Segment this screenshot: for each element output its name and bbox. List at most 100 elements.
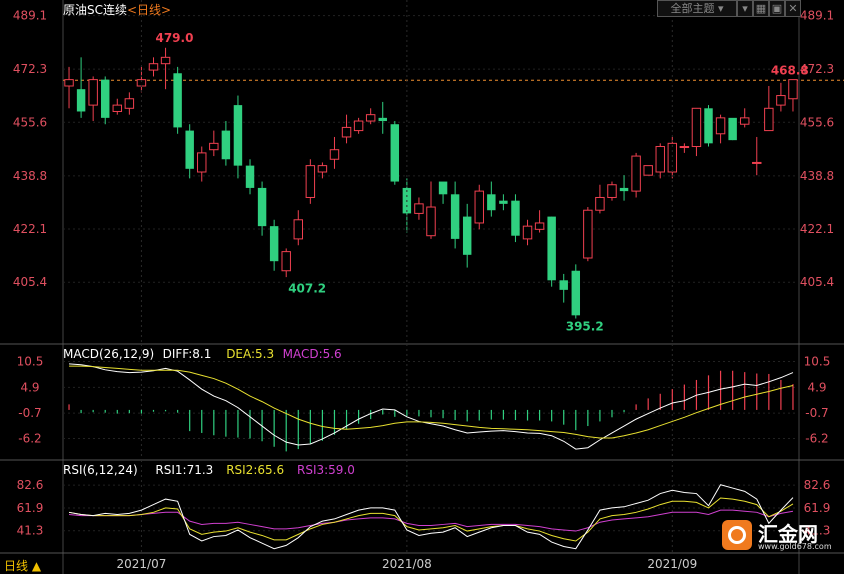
y-tick-label: 10.5	[804, 355, 831, 369]
candle-body-down	[547, 216, 556, 281]
candle-body-down	[487, 194, 496, 211]
logo-url: www.gold678.com	[758, 542, 832, 551]
candle-body-up	[160, 56, 171, 65]
y-tick-label: 489.1	[800, 9, 834, 23]
y-tick-label: -6.2	[805, 431, 828, 445]
candle-body-down	[462, 216, 472, 255]
candle-body-up	[281, 251, 291, 272]
y-tick-label: 61.9	[17, 501, 44, 515]
candle-body-down	[233, 105, 243, 166]
macd-title: MACD(26,12,9)	[63, 347, 154, 361]
candle-body-down	[390, 124, 400, 182]
y-tick-label: 405.4	[800, 275, 834, 289]
candle-body-up	[148, 63, 159, 71]
candle-body-up	[655, 146, 665, 173]
candle-body-down	[185, 130, 194, 169]
candle-body-down	[559, 280, 568, 290]
theme-selector-label: 全部主题	[670, 2, 715, 15]
y-tick-label: 489.1	[13, 9, 47, 23]
candle-body-up	[197, 152, 207, 173]
candle-body-up	[414, 203, 424, 214]
macd-legend: MACD:5.6	[283, 347, 342, 361]
candle-body-up	[534, 222, 545, 230]
chart-canvas: 489.1 489.1472.3 472.3455.6 455.6438.8 438.8…	[0, 0, 844, 574]
candle-body-up	[124, 98, 135, 109]
candle-body-up	[691, 107, 702, 148]
price-annotation: 395.2	[566, 320, 604, 334]
y-tick-label: 4.9	[20, 380, 39, 394]
brand-logo: 汇金网 www.gold678.com	[722, 514, 832, 554]
rsi1-line	[68, 484, 794, 550]
candle-body-up	[764, 107, 774, 132]
rsi-title: RSI(6,12,24)	[63, 463, 138, 477]
instrument-title: 原油SC连续<日线>	[63, 3, 172, 17]
candle-body-down	[499, 200, 508, 204]
candle-body-up	[64, 79, 74, 87]
y-tick-label: -6.2	[18, 431, 41, 445]
candle-body-down	[571, 270, 581, 316]
candle-body-down	[221, 130, 231, 160]
candle-body-up	[788, 79, 798, 100]
macd-legend: DIFF:8.1	[163, 347, 212, 361]
candle-body-up	[643, 165, 653, 176]
close-icon[interactable]: ✕	[785, 0, 801, 17]
rsi-legend: RSI2:65.6	[226, 463, 284, 477]
candle-body-down	[378, 117, 387, 122]
price-annotation: 407.2	[288, 281, 326, 295]
candle-body-up	[776, 95, 786, 106]
candle-body-up	[752, 161, 762, 164]
theme-selector[interactable]: 全部主题 ▾	[657, 0, 737, 17]
candle-body-up	[739, 117, 750, 125]
y-tick-label: -0.7	[18, 406, 41, 420]
image-icon[interactable]: ▣	[769, 0, 785, 17]
candle-body-up	[583, 209, 593, 259]
dropdown-icon[interactable]: ▾	[737, 0, 753, 17]
x-tick-label: 2021/09	[647, 557, 697, 571]
y-tick-label: 82.6	[17, 478, 44, 492]
rsi2-line	[68, 497, 794, 542]
candle-body-up	[426, 206, 436, 237]
candle-body-down	[619, 187, 629, 192]
candle-body-up	[595, 196, 605, 211]
y-tick-label: 455.6	[800, 115, 834, 129]
period-selector[interactable]: 日线 ▲	[4, 557, 41, 574]
candle-body-up	[353, 120, 364, 132]
y-tick-label: 405.4	[13, 275, 47, 289]
candle-body-up	[112, 104, 123, 112]
candle-body-down	[245, 165, 255, 188]
y-tick-label: 472.3	[13, 62, 47, 76]
x-tick-label: 2021/08	[382, 557, 432, 571]
candle-body-down	[101, 79, 110, 118]
y-tick-label: -0.7	[805, 406, 828, 420]
macd-legend: DEA:5.3	[226, 347, 274, 361]
candle-body-up	[522, 225, 533, 240]
candle-body-up	[305, 165, 316, 198]
candle-body-down	[704, 108, 713, 144]
candle-body-up	[317, 165, 328, 173]
candle-body-down	[728, 117, 737, 141]
y-tick-label: 455.6	[13, 115, 47, 129]
candle-body-up	[209, 142, 219, 151]
candle-body-up	[667, 142, 678, 173]
candle-body-down	[76, 89, 86, 112]
candle-body-up	[679, 146, 690, 149]
grid-icon[interactable]: ▦	[753, 0, 769, 17]
y-tick-label: 422.1	[800, 222, 834, 236]
candle-body-down	[511, 200, 520, 236]
candle-body-up	[293, 219, 304, 240]
candle-body-up	[715, 117, 726, 135]
candle-body-up	[341, 126, 352, 138]
y-tick-label: 438.8	[13, 169, 47, 183]
candle-body-down	[450, 194, 460, 239]
y-tick-label: 422.1	[13, 222, 47, 236]
price-annotation: 479.0	[155, 31, 193, 45]
rsi-legend: RSI1:71.3	[155, 463, 213, 477]
y-tick-label: 4.9	[807, 380, 826, 394]
y-tick-label: 41.3	[17, 524, 44, 538]
candle-body-down	[438, 181, 448, 195]
candle-body-up	[607, 184, 617, 198]
candle-body-up	[329, 149, 340, 160]
candle-body-down	[257, 187, 267, 227]
y-tick-label: 82.6	[804, 478, 831, 492]
candle-body-up	[474, 190, 484, 224]
